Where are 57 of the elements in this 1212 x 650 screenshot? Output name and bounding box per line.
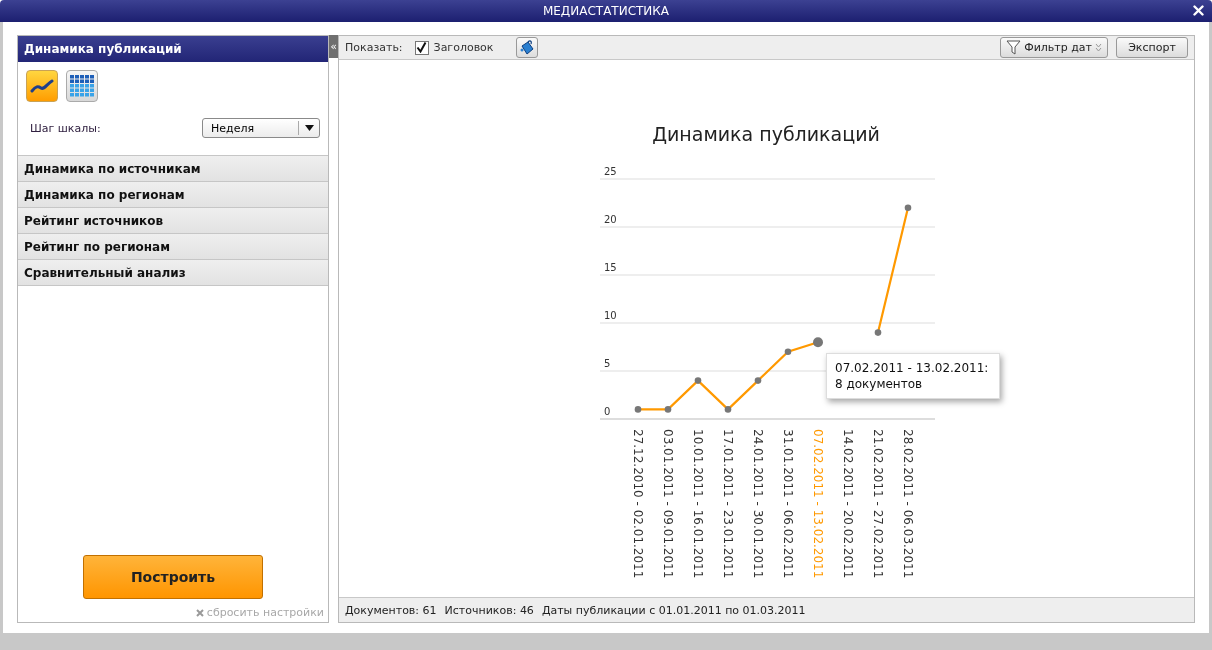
paint-bucket-icon xyxy=(518,39,535,56)
x-axis-label: 28.02.2011 - 06.03.2011 xyxy=(901,429,915,579)
chart-title: Динамика публикаций xyxy=(652,123,880,145)
data-point xyxy=(904,204,912,212)
date-filter-button[interactable]: Фильтр дат xyxy=(1000,37,1108,58)
scale-step-dropdown[interactable]: Неделя xyxy=(202,118,320,138)
title-checkbox[interactable]: Заголовок xyxy=(414,40,494,55)
data-point xyxy=(694,377,702,384)
funnel-icon xyxy=(1006,40,1022,55)
scale-step-label: Шаг шкалы: xyxy=(30,121,101,135)
x-axis-label: 03.01.2011 - 09.01.2011 xyxy=(661,429,675,579)
color-button[interactable] xyxy=(515,37,538,58)
export-button[interactable]: Экспорт xyxy=(1116,37,1188,58)
caret-icon xyxy=(304,125,314,131)
collapse-button[interactable]: « xyxy=(329,35,338,58)
y-tick-label: 10 xyxy=(604,310,617,321)
check-icon xyxy=(416,42,428,53)
status-text: Документов: 61 xyxy=(345,603,437,617)
section-header[interactable]: Динамика по регионам xyxy=(18,182,328,208)
build-button[interactable]: Построить xyxy=(83,555,263,599)
section-header[interactable]: Динамика публикаций xyxy=(18,36,328,62)
close-icon[interactable] xyxy=(1193,5,1204,16)
data-point xyxy=(724,406,732,413)
grid-icon xyxy=(70,75,94,97)
x-axis-label: 10.01.2011 - 16.01.2011 xyxy=(691,429,705,579)
data-point xyxy=(664,406,672,413)
section-header[interactable]: Динамика по источникам xyxy=(18,156,328,182)
y-tick-label: 15 xyxy=(604,262,617,273)
status-text: Даты публикации с 01.01.2011 по 01.03.2011 xyxy=(541,603,806,617)
x-axis-label: 31.01.2011 - 06.02.2011 xyxy=(781,429,795,579)
data-point xyxy=(813,337,823,348)
close-icon xyxy=(195,608,204,617)
section-header[interactable]: Сравнительный анализ xyxy=(18,260,328,286)
data-point xyxy=(634,406,642,413)
x-axis-label: 27.12.2010 - 02.01.2011 xyxy=(631,429,645,579)
data-point xyxy=(874,329,882,336)
tooltip: 07.02.2011 - 13.02.2011: 8 документов xyxy=(826,353,1000,399)
x-axis-label: 24.01.2011 - 30.01.2011 xyxy=(751,429,765,579)
x-axis-label: 07.02.2011 - 13.02.2011 xyxy=(811,429,825,579)
x-axis-label: 14.02.2011 - 20.02.2011 xyxy=(841,429,855,579)
section-header[interactable]: Рейтинг источников xyxy=(18,208,328,234)
data-point xyxy=(784,348,792,356)
y-tick-label: 0 xyxy=(604,406,611,417)
y-tick-label: 5 xyxy=(604,358,611,369)
y-tick-label: 20 xyxy=(604,214,617,225)
x-axis-label: 17.01.2011 - 23.01.2011 xyxy=(721,429,735,579)
data-point xyxy=(754,377,762,384)
line-chart-view-button[interactable] xyxy=(26,70,58,102)
show-label: Показать: xyxy=(345,41,403,54)
status-text: Источников: 46 xyxy=(444,603,534,617)
double-chevron-icon xyxy=(1095,43,1102,52)
x-axis-label: 21.02.2011 - 27.02.2011 xyxy=(871,429,885,579)
y-tick-label: 25 xyxy=(604,166,617,177)
table-view-button[interactable] xyxy=(66,70,98,102)
window-title: МЕДИАСТАТИСТИКА xyxy=(542,4,670,18)
line-chart-icon xyxy=(30,78,54,94)
section-header[interactable]: Рейтинг по регионам xyxy=(18,234,328,260)
